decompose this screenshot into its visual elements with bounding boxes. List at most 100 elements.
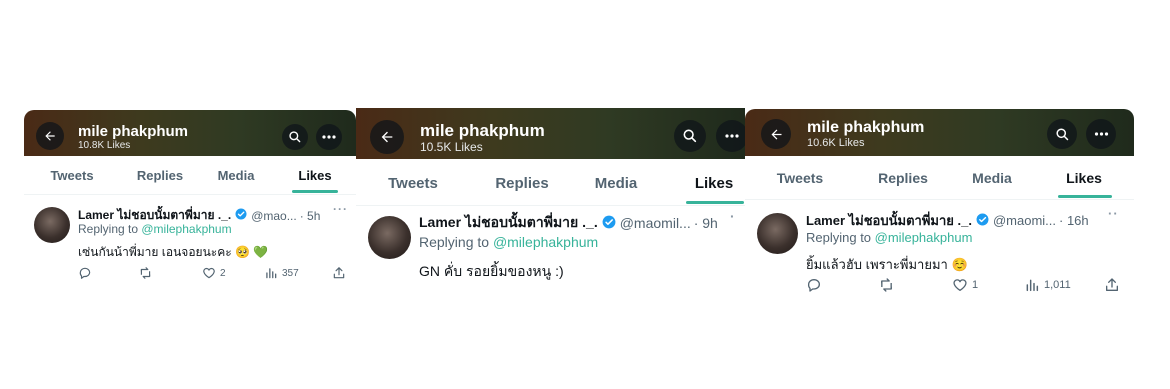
- tab-replies[interactable]: Replies: [495, 175, 548, 192]
- reply-button[interactable]: [78, 266, 92, 280]
- replying-label: Replying to: [806, 230, 875, 245]
- tweet-header: Lamer ไม่ชอบนั้มตาพี่มาย ._. @maomi... ·…: [806, 210, 1089, 231]
- views-button[interactable]: 357: [264, 266, 299, 280]
- search-button[interactable]: [282, 124, 308, 150]
- share-icon: [333, 267, 345, 279]
- replying-to: Replying to @milephakphum: [419, 234, 598, 250]
- tweet-more-icon[interactable]: ··: [1108, 206, 1119, 221]
- like-button[interactable]: 2: [202, 266, 226, 280]
- verified-badge-icon: [235, 208, 247, 223]
- tab-replies[interactable]: Replies: [878, 170, 928, 186]
- replying-label: Replying to: [419, 234, 493, 250]
- mention-link[interactable]: @milephakphum: [141, 222, 231, 236]
- search-icon: [683, 129, 697, 143]
- retweet-icon: [140, 267, 151, 279]
- search-button[interactable]: [674, 120, 706, 152]
- profile-name: mile phakphum: [420, 121, 545, 140]
- tweet-actions: 2 357: [78, 266, 348, 282]
- author-handle[interactable]: @maomil...: [620, 215, 691, 231]
- mention-link[interactable]: @milephakphum: [493, 234, 598, 250]
- tab-likes[interactable]: Likes: [298, 168, 331, 183]
- tweet-time[interactable]: · 5h: [300, 209, 321, 223]
- views-icon: [1026, 279, 1039, 292]
- retweet-icon: [881, 278, 892, 292]
- profile-tabs: Tweets Replies Media Likes: [24, 156, 356, 195]
- tweet-more-icon[interactable]: ···: [333, 202, 348, 216]
- author-handle[interactable]: @mao...: [251, 209, 297, 223]
- share-button[interactable]: [1104, 277, 1120, 293]
- profile-tabs: Tweets Replies Media Likes: [745, 156, 1134, 200]
- back-arrow-icon: [45, 131, 55, 141]
- back-button[interactable]: [370, 120, 404, 154]
- more-button[interactable]: [1086, 119, 1116, 149]
- tab-tweets[interactable]: Tweets: [777, 170, 823, 186]
- like-icon: [203, 267, 215, 279]
- avatar[interactable]: [34, 207, 70, 243]
- retweet-button[interactable]: [138, 266, 153, 280]
- more-button[interactable]: [716, 120, 745, 152]
- more-icon: [725, 134, 739, 138]
- back-arrow-icon: [381, 131, 393, 143]
- views-button[interactable]: 1,011: [1024, 277, 1071, 293]
- active-tab-indicator: [292, 190, 338, 193]
- like-button[interactable]: 1: [952, 277, 978, 293]
- likes-count: 10.5K Likes: [420, 140, 483, 154]
- tweet-actions: 1 1,011: [806, 277, 1126, 295]
- back-button[interactable]: [761, 119, 791, 149]
- more-icon: [1094, 132, 1108, 136]
- tab-media[interactable]: Media: [972, 170, 1012, 186]
- replying-label: Replying to: [78, 222, 142, 236]
- profile-tabs: Tweets Replies Media Likes: [356, 159, 745, 206]
- reply-icon: [79, 267, 91, 279]
- profile-name: mile phakphum: [78, 123, 189, 140]
- more-icon: [322, 135, 336, 139]
- tweet-time[interactable]: · 16h: [1059, 213, 1089, 228]
- tab-media[interactable]: Media: [595, 175, 638, 192]
- profile-header: mile phakphum 10.6K Likes: [745, 109, 1134, 156]
- tab-tweets[interactable]: Tweets: [388, 175, 438, 192]
- back-arrow-icon: [771, 129, 781, 139]
- reply-button[interactable]: [806, 277, 822, 293]
- tweet-text: เซ่นกันน้าพี่มาย เอนจอยนะคะ 🥺 💚: [78, 245, 269, 259]
- like-icon: [953, 279, 967, 291]
- tab-tweets[interactable]: Tweets: [50, 168, 93, 183]
- active-tab-indicator: [1058, 195, 1112, 198]
- likes-count: 10.8K Likes: [78, 140, 131, 151]
- back-button[interactable]: [36, 122, 64, 150]
- author-name[interactable]: Lamer ไม่ชอบนั้มตาพี่มาย ._.: [806, 210, 972, 231]
- author-handle[interactable]: @maomi...: [993, 213, 1056, 228]
- profile-panel-3: mile phakphum 10.6K Likes Tweets Replies…: [745, 109, 1134, 309]
- search-icon: [289, 131, 301, 143]
- tab-media[interactable]: Media: [218, 168, 255, 183]
- tweet-text: GN คั่บ รอยยิ้มของหนู :): [419, 263, 564, 279]
- views-icon: [266, 268, 277, 279]
- tweet-header: Lamer ไม่ชอบนั้มตาพี่มาย ._. @maomil... …: [419, 212, 718, 234]
- verified-badge-icon: [976, 213, 989, 229]
- author-name[interactable]: Lamer ไม่ชอบนั้มตาพี่มาย ._.: [419, 212, 598, 234]
- avatar[interactable]: [368, 216, 411, 259]
- tweet-time[interactable]: · 9h: [694, 215, 718, 231]
- likes-count: 10.6K Likes: [807, 137, 865, 149]
- more-button[interactable]: [316, 124, 342, 150]
- like-count: 2: [220, 267, 226, 279]
- views-count: 1,011: [1044, 279, 1071, 291]
- retweet-button[interactable]: [878, 277, 895, 293]
- profile-name: mile phakphum: [807, 119, 925, 136]
- search-button[interactable]: [1047, 119, 1077, 149]
- profile-header: mile phakphum 10.8K Likes: [24, 110, 356, 156]
- share-icon: [1106, 278, 1118, 291]
- tab-likes[interactable]: Likes: [695, 175, 733, 192]
- tweet-text: ยิ้มแล้วฮับ เพราะพี่มายมา ☺️: [806, 257, 968, 272]
- search-icon: [1055, 127, 1068, 140]
- tab-likes[interactable]: Likes: [1066, 170, 1102, 186]
- views-count: 357: [282, 267, 299, 279]
- profile-header: mile phakphum 10.5K Likes: [356, 108, 745, 159]
- avatar[interactable]: [757, 213, 798, 254]
- tweet-more-icon[interactable]: ·: [730, 208, 736, 224]
- replying-to: Replying to @milephakphum: [78, 222, 232, 236]
- active-tab-indicator: [686, 201, 744, 204]
- mention-link[interactable]: @milephakphum: [875, 230, 973, 245]
- tab-replies[interactable]: Replies: [137, 168, 183, 183]
- profile-panel-1: mile phakphum 10.8K Likes Tweets Replies…: [24, 110, 356, 310]
- share-button[interactable]: [332, 266, 346, 280]
